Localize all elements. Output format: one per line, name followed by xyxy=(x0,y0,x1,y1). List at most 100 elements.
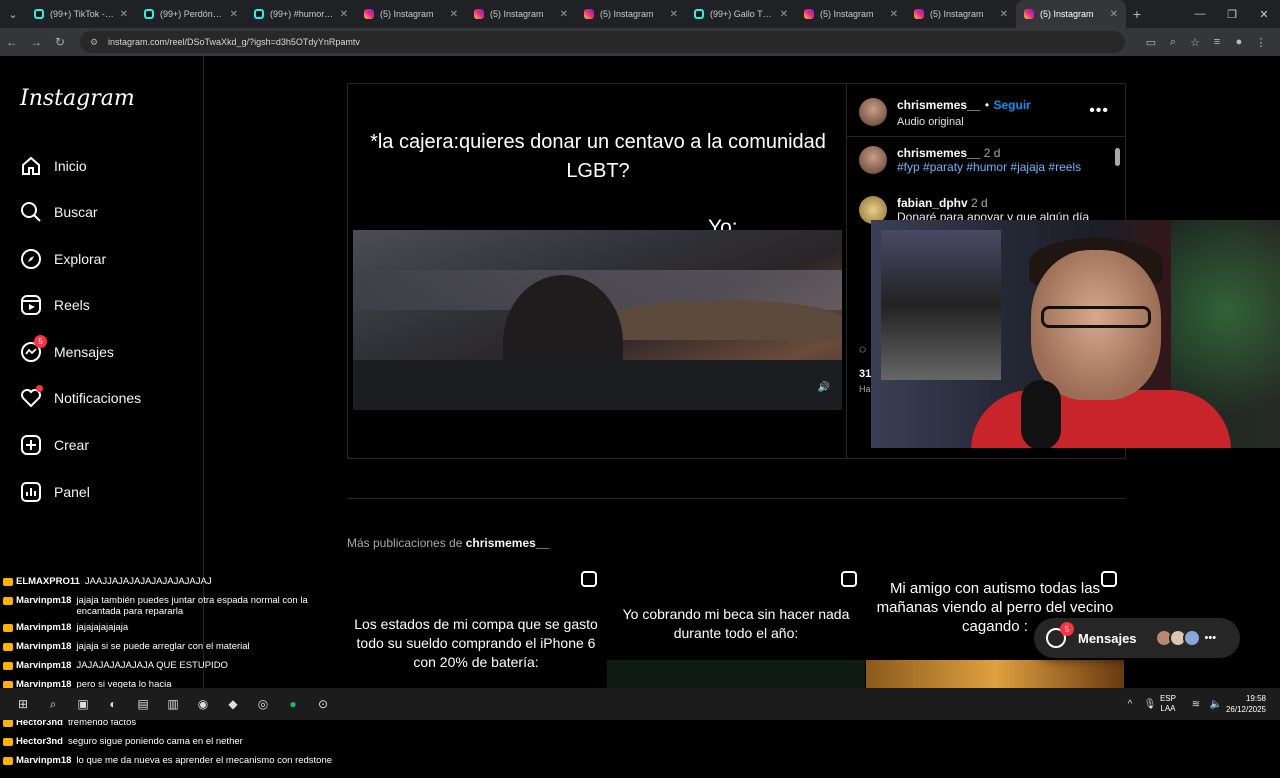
speaker-icon[interactable]: 🔊 xyxy=(816,382,832,398)
forward-icon[interactable]: → xyxy=(24,35,48,49)
plus-square-icon xyxy=(20,434,42,456)
messages-floating-button[interactable]: 5 Mensajes ••• xyxy=(1034,618,1240,658)
browser-tab[interactable]: (99+) #humor #fu ✕ xyxy=(246,0,356,28)
more-options-icon[interactable]: ••• xyxy=(1089,102,1109,120)
chat-text: JAAJJAJAJAJAJAJAJAJAJAJ xyxy=(84,576,212,587)
search-icon[interactable]: ⌕ xyxy=(38,697,68,712)
tab-title: (5) Instagram xyxy=(600,9,654,19)
reel-video[interactable]: *la cajera:quieres donar un centavo a la… xyxy=(347,83,847,459)
sidebar-item-explorar[interactable]: Explorar xyxy=(20,244,106,274)
cast-icon[interactable]: ▭ xyxy=(1140,36,1162,49)
maximize-icon[interactable]: ❐ xyxy=(1216,8,1248,21)
tab-title: (99+) Gallo The Pr xyxy=(710,9,776,19)
more-posts-username[interactable]: chrismemes__ xyxy=(466,536,549,550)
spotify-icon[interactable]: ● xyxy=(278,697,308,712)
chat-badge-icon xyxy=(3,597,13,605)
discord-icon[interactable]: ◎ xyxy=(248,697,278,712)
sidebar-item-buscar[interactable]: Buscar xyxy=(20,197,98,227)
close-tab-icon[interactable]: ✕ xyxy=(780,9,788,20)
chat-badge-icon xyxy=(3,643,13,651)
close-tab-icon[interactable]: ✕ xyxy=(560,9,568,20)
close-tab-icon[interactable]: ✕ xyxy=(670,9,678,20)
follow-button[interactable]: Seguir xyxy=(994,98,1031,112)
profile-icon[interactable]: ● xyxy=(1228,36,1250,49)
comments-scrollbar[interactable] xyxy=(1115,138,1121,218)
tab-title: (99+) Perdóname xyxy=(160,9,226,19)
tray-overflow-icon[interactable]: ^ xyxy=(1120,699,1140,710)
close-tab-icon[interactable]: ✕ xyxy=(340,9,348,20)
post-thumbnail[interactable]: Yo cobrando mi beca sin hacer nada duran… xyxy=(607,565,865,688)
extensions-icon[interactable]: ≡ xyxy=(1206,36,1228,49)
close-tab-icon[interactable]: ✕ xyxy=(1000,9,1008,20)
browser-tab-bar: ⌄ (99+) TikTok - Ma ✕ (99+) Perdóname ✕ (99+… xyxy=(0,0,1280,28)
minimize-icon[interactable]: — xyxy=(1184,8,1216,20)
close-tab-icon[interactable]: ✕ xyxy=(230,9,238,20)
chrome-icon[interactable]: ◉ xyxy=(188,697,218,712)
post-username[interactable]: chrismemes__ xyxy=(897,98,980,112)
close-tab-icon[interactable]: ✕ xyxy=(1110,9,1118,20)
sidebar-item-panel[interactable]: Panel xyxy=(20,477,90,507)
file-explorer-icon[interactable]: ▤ xyxy=(128,697,158,712)
bookmark-star-icon[interactable]: ☆ xyxy=(1184,36,1206,49)
browser-menu-icon[interactable]: ⋮ xyxy=(1250,36,1272,49)
edge-icon[interactable]: ◐ xyxy=(98,697,128,712)
chat-text: lo que me da nueva es aprender el mecani… xyxy=(76,755,333,766)
back-icon[interactable]: ← xyxy=(0,35,24,49)
zoom-icon[interactable]: ⌕ xyxy=(1162,36,1184,49)
audio-label[interactable]: Audio original xyxy=(897,116,1031,128)
instagram-logo[interactable]: Instagram xyxy=(20,86,135,111)
windows-taskbar: ⊞ ⌕ ▣ ◐ ▤ ▥ ◉ ◆ ◎ ● ⊙ ^ 🎙 ESP LAA ≋ 🔈 19:… xyxy=(0,688,1280,720)
browser-tab[interactable]: (5) Instagram ✕ xyxy=(796,0,906,28)
sidebar-item-crear[interactable]: Crear xyxy=(20,430,89,460)
language-indicator[interactable]: ESP LAA xyxy=(1160,694,1176,714)
wifi-icon[interactable]: ≋ xyxy=(1186,699,1206,710)
browser-tab[interactable]: (99+) Gallo The Pr ✕ xyxy=(686,0,796,28)
reload-icon[interactable]: ↻ xyxy=(48,35,72,49)
instagram-favicon-icon xyxy=(804,9,814,19)
avatar[interactable] xyxy=(859,98,887,126)
browser-tab[interactable]: (5) Instagram ✕ xyxy=(906,0,1016,28)
browser-tab[interactable]: (5) Instagram ✕ xyxy=(356,0,466,28)
stream-chat-overlay: ELMAXPRO11 JAAJJAJAJAJAJAJAJAJAJAJ Marvinp… xyxy=(3,572,343,778)
tab-title: (5) Instagram xyxy=(1040,9,1094,19)
task-view-icon[interactable]: ▣ xyxy=(68,697,98,712)
url-field[interactable]: ⚙ instagram.com/reel/DSoTwaXkd_g/?igsh=d… xyxy=(80,31,1125,53)
avatar xyxy=(1182,629,1201,647)
comment-icon[interactable]: ◌ xyxy=(859,342,866,356)
new-tab-button[interactable]: + xyxy=(1126,6,1148,22)
browser-tab[interactable]: (5) Instagram ✕ xyxy=(576,0,686,28)
sidebar-item-reels[interactable]: Reels xyxy=(20,290,90,320)
reel-caption-text: *la cajera:quieres donar un centavo a la… xyxy=(370,131,826,182)
browser-tab[interactable]: (5) Instagram ✕ xyxy=(466,0,576,28)
caption-username[interactable]: chrismemes__ xyxy=(897,146,980,160)
obs-icon[interactable]: ⊙ xyxy=(308,697,338,712)
close-tab-icon[interactable]: ✕ xyxy=(450,9,458,20)
chart-icon xyxy=(20,481,42,503)
chat-badge-icon xyxy=(3,578,13,586)
heart-icon xyxy=(20,385,43,409)
chat-badge-icon xyxy=(3,757,13,765)
post-thumbnail[interactable]: Los estados de mi compa que se gasto tod… xyxy=(347,565,605,688)
clock[interactable]: 19:58 26/12/2025 xyxy=(1226,693,1266,715)
volume-icon[interactable]: 🔈 xyxy=(1206,699,1226,710)
sidebar-item-mensajes[interactable]: 5 Mensajes xyxy=(20,335,114,367)
caption-hashtags[interactable]: #fyp #paraty #humor #jajaja #reels xyxy=(897,160,1081,174)
sidebar-item-inicio[interactable]: Inicio xyxy=(20,151,87,181)
sidebar-item-label: Panel xyxy=(54,484,90,500)
windows-start-icon[interactable]: ⊞ xyxy=(8,697,38,712)
avatar[interactable] xyxy=(859,146,887,174)
microphone-icon[interactable]: 🎙 xyxy=(1140,699,1160,710)
close-window-icon[interactable]: ✕ xyxy=(1248,8,1280,21)
store-icon[interactable]: ▥ xyxy=(158,697,188,712)
close-tab-icon[interactable]: ✕ xyxy=(120,9,128,20)
app-icon[interactable]: ◆ xyxy=(218,697,248,712)
comment-username[interactable]: fabian_dphv xyxy=(897,196,968,210)
browser-tab[interactable]: (99+) Perdóname ✕ xyxy=(136,0,246,28)
browser-tab[interactable]: (5) Instagram ✕ xyxy=(1016,0,1126,28)
browser-tab[interactable]: (99+) TikTok - Ma ✕ xyxy=(26,0,136,28)
site-info-icon[interactable]: ⚙ xyxy=(90,37,100,48)
close-tab-icon[interactable]: ✕ xyxy=(890,9,898,20)
tiktok-favicon-icon xyxy=(694,9,704,19)
sidebar-item-notificaciones[interactable]: Notificaciones xyxy=(20,383,141,413)
tab-search-icon[interactable]: ⌄ xyxy=(0,0,26,28)
